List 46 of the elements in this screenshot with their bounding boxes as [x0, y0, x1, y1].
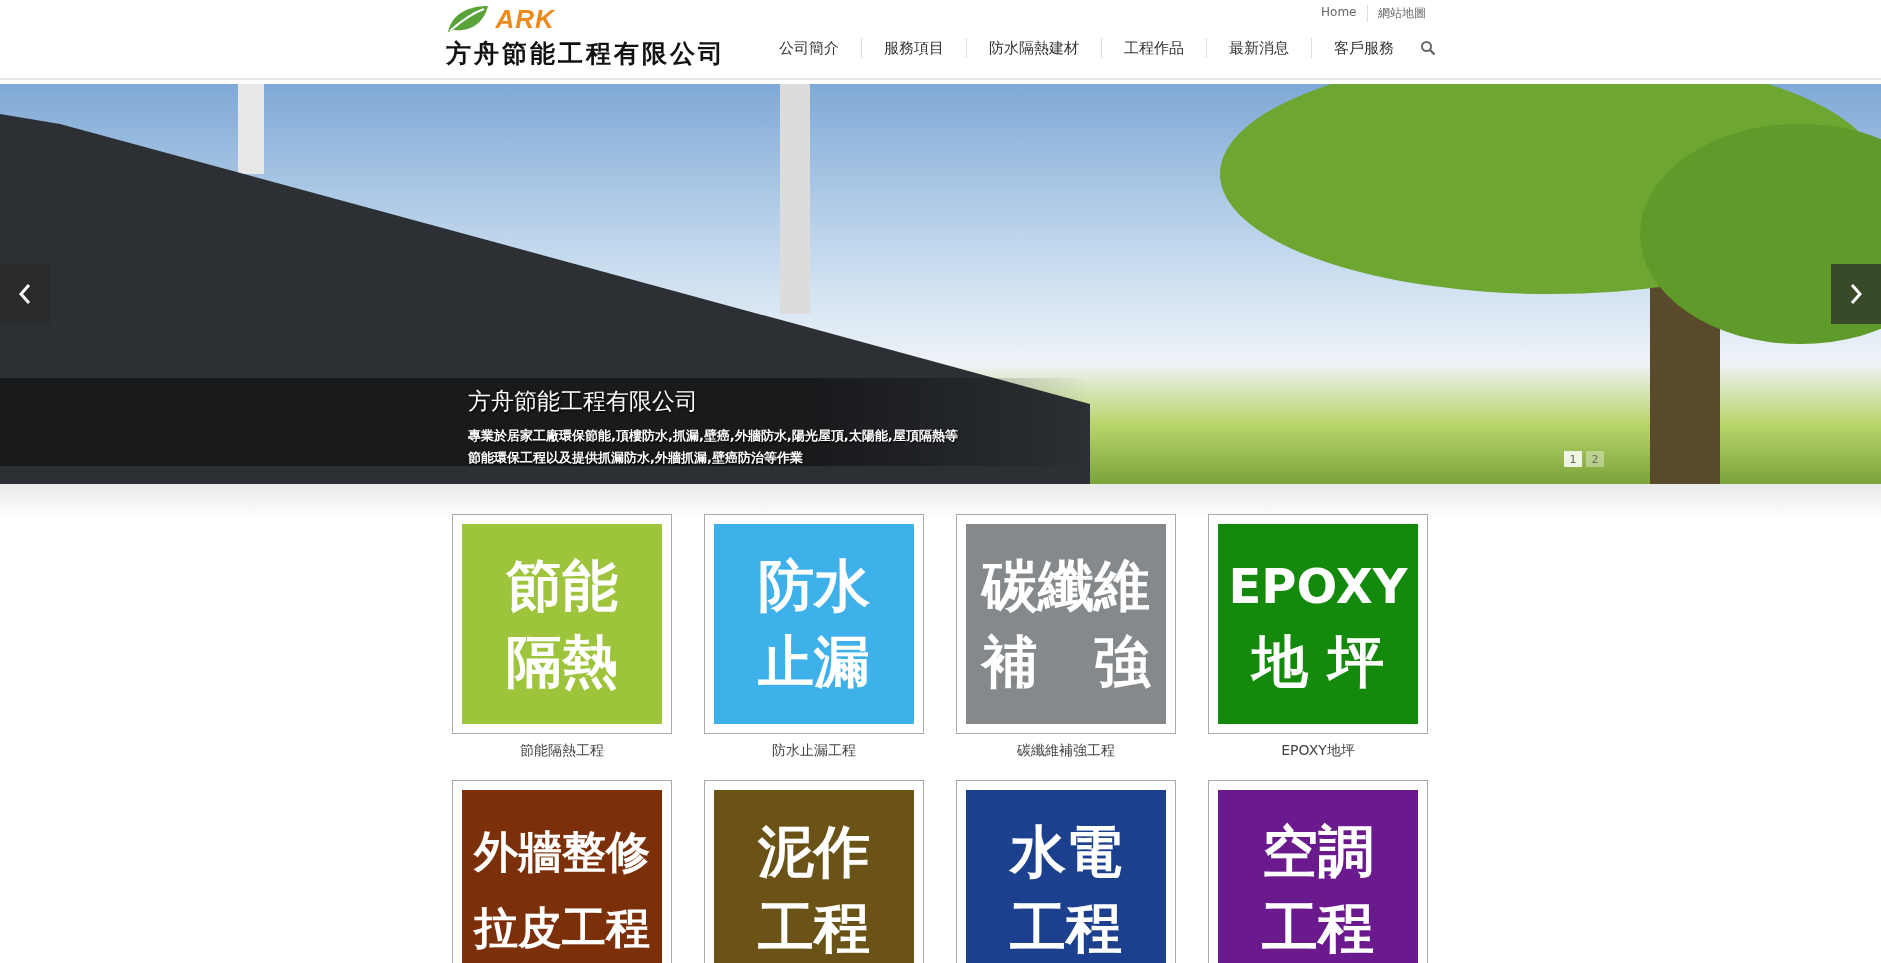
- chevron-left-icon: [18, 283, 32, 305]
- nav-link[interactable]: 最新消息: [1205, 38, 1311, 58]
- nav-link[interactable]: 客戶服務: [1310, 38, 1416, 58]
- logo-wordmark: ARK: [495, 5, 555, 33]
- top-link[interactable]: Home: [1311, 5, 1367, 22]
- banner-text: 節能環保工程以及提供抓漏防水,外牆抓漏,壁癌防治等作業: [468, 449, 804, 467]
- tile-label: 水電: [1010, 818, 1122, 886]
- tile-label: 空調: [1262, 818, 1374, 886]
- leaf-logo-icon: [445, 4, 490, 34]
- tile-label: 地 坪: [1252, 628, 1384, 696]
- tile-label: 工程: [758, 894, 870, 962]
- tile-label: 外牆整修: [474, 825, 650, 879]
- tile-label: 拉皮工程: [474, 901, 650, 955]
- service-tile[interactable]: 泥作 工程: [704, 780, 924, 963]
- chevron-right-icon: [1849, 283, 1863, 305]
- banner-title: 方舟節能工程有限公司: [468, 387, 699, 416]
- service-caption[interactable]: 防水止漏工程: [772, 742, 856, 760]
- pager-button[interactable]: 1: [1564, 451, 1582, 467]
- tile-label: 節能: [506, 552, 618, 620]
- nav-link[interactable]: 防水隔熱建材: [965, 38, 1101, 58]
- nav-link[interactable]: 公司簡介: [756, 38, 861, 58]
- service-caption[interactable]: 節能隔熱工程: [520, 742, 604, 760]
- service-tile[interactable]: 外牆整修 拉皮工程: [452, 780, 672, 963]
- previous-button[interactable]: [0, 264, 50, 324]
- service-tile[interactable]: 碳纖維 補 強: [956, 514, 1176, 734]
- company-name: 方舟節能工程有限公司: [445, 38, 726, 70]
- service-caption[interactable]: EPOXY地坪: [1281, 742, 1355, 760]
- tile-label: 補 強: [982, 628, 1150, 696]
- nav-link[interactable]: 服務項目: [860, 38, 966, 58]
- service-tile[interactable]: 空調 工程: [1208, 780, 1428, 963]
- tile-label: EPOXY: [1228, 557, 1408, 616]
- tile-label: 工程: [1262, 894, 1374, 962]
- next-button[interactable]: [1831, 264, 1881, 324]
- service-tile[interactable]: EPOXY 地 坪: [1208, 514, 1428, 734]
- tile-label: 工程: [1010, 894, 1122, 962]
- service-tile[interactable]: 水電 工程: [956, 780, 1176, 963]
- tile-label: 碳纖維: [982, 552, 1150, 620]
- tile-label: 隔熱: [506, 628, 618, 696]
- tile-label: 止漏: [758, 628, 870, 696]
- search-icon[interactable]: [1419, 40, 1436, 56]
- nav-link[interactable]: 工程作品: [1100, 38, 1206, 58]
- tile-label: 泥作: [758, 818, 870, 886]
- banner-text: 專業於居家工廠環保節能,頂樓防水,抓漏,壁癌,外牆防水,陽光屋頂,太陽能,屋頂隔熱等: [468, 427, 958, 445]
- top-link[interactable]: 網站地圖: [1366, 5, 1436, 22]
- tile-label: 防水: [758, 552, 870, 620]
- service-caption[interactable]: 碳纖維補強工程: [1017, 742, 1115, 760]
